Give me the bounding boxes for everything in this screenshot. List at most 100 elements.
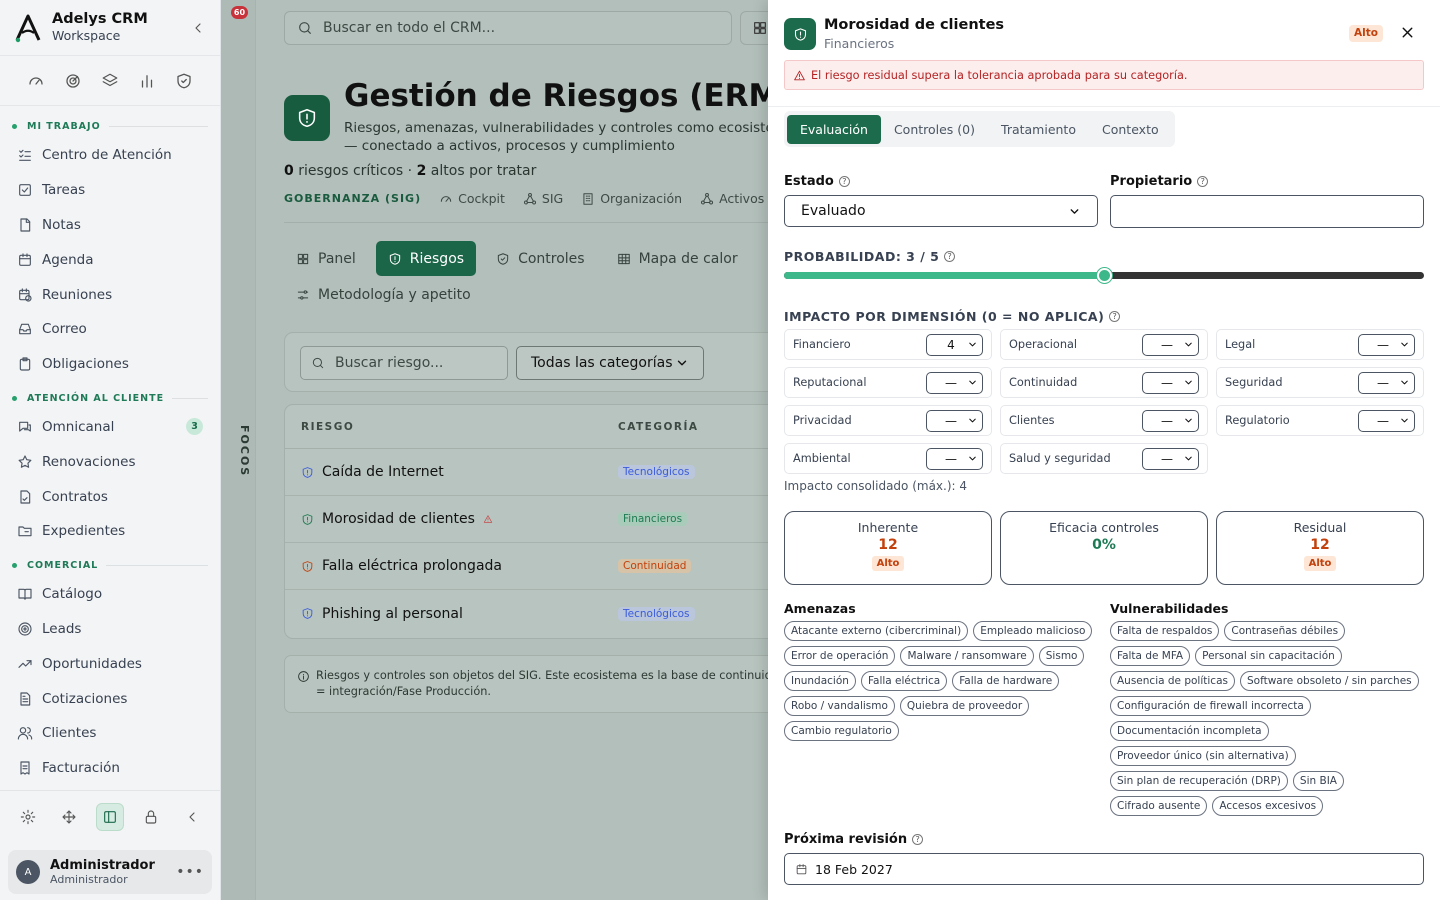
threat-tag[interactable]: Falla de hardware [952,671,1060,691]
settings-button[interactable] [14,803,42,831]
collapse-button[interactable] [178,803,206,831]
dimension-select[interactable]: — [926,409,983,432]
help-icon[interactable]: ? [1197,176,1209,187]
vulnerability-tag[interactable]: Accesos excesivos [1212,796,1324,816]
threat-tag[interactable]: Sismo [1038,646,1085,666]
shield-check-icon[interactable] [175,72,193,90]
close-button[interactable] [1399,24,1416,41]
help-icon[interactable]: ? [944,251,956,262]
notification-badge[interactable]: 60 [231,6,248,19]
threat-tag[interactable]: Malware / ransomware [900,646,1034,666]
risk-name[interactable]: Morosidad de clientes [322,511,475,527]
bar-chart-icon[interactable] [138,72,156,90]
risk-name[interactable]: Caída de Internet [322,464,444,480]
vulnerability-tag[interactable]: Documentación incompleta [1110,721,1269,741]
dimension-select[interactable]: — [1142,333,1199,356]
gov-link-sig[interactable]: SIG [523,191,563,206]
threat-tag[interactable]: Inundación [784,671,856,691]
tab-panel[interactable]: Panel [284,241,368,276]
vulnerability-tag[interactable]: Ausencia de políticas [1110,671,1235,691]
tab-metodologia[interactable]: Metodología y apetito [284,277,483,312]
gov-link-cockpit[interactable]: Cockpit [439,191,505,206]
user-card[interactable]: A Administrador Administrador ••• [8,850,212,894]
dimension-select[interactable]: — [926,447,983,470]
dimension-select[interactable]: — [1358,409,1415,432]
propietario-input[interactable] [1110,195,1424,228]
dimension-select[interactable]: — [1142,409,1199,432]
risk-name[interactable]: Phishing al personal [322,606,463,622]
threat-tag[interactable]: Quiebra de proveedor [899,696,1030,716]
threat-tag[interactable]: Robo / vandalismo [784,696,895,716]
apps-button[interactable] [740,11,768,45]
global-search-input[interactable]: Buscar en todo el CRM... [284,11,732,45]
sidebar-item-omnicanal[interactable]: Omnicanal 3 [0,410,220,445]
review-date-input[interactable]: 18 Feb 2027 [784,853,1424,885]
sidebar-item-tareas[interactable]: Tareas [0,173,220,208]
category-select[interactable]: Todas las categorías [516,346,704,380]
gauge-icon[interactable] [27,72,45,90]
table-row[interactable]: Falla eléctrica prolongada Continuidad [285,543,768,590]
risk-search-input[interactable]: Buscar riesgo... [300,346,508,380]
panel-toggle-button[interactable] [96,802,124,831]
tab-contexto[interactable]: Contexto [1089,115,1172,144]
sidebar-item-clientes[interactable]: Clientes [0,716,220,751]
estado-select[interactable]: Evaluado [784,195,1098,227]
dimension-select[interactable]: — [1358,371,1415,394]
sidebar-item-catalogo[interactable]: Catálogo [0,577,220,612]
help-icon[interactable]: ? [912,834,924,845]
probabilidad-slider[interactable] [784,268,1424,283]
layers-icon[interactable] [101,72,119,90]
vulnerability-tag[interactable]: Software obsoleto / sin parches [1239,671,1419,691]
dimension-select[interactable]: — [926,371,983,394]
tab-controles[interactable]: Controles (0) [881,115,988,144]
tab-mapa-de-calor[interactable]: Mapa de calor [605,241,750,276]
vulnerability-tag[interactable]: Falta de MFA [1110,646,1191,666]
sidebar-item-reuniones[interactable]: Reuniones [0,277,220,312]
tab-tratamiento[interactable]: Tratamiento [988,115,1089,144]
dimension-select[interactable]: 4 [926,333,983,356]
vulnerability-tag[interactable]: Proveedor único (sin alternativa) [1110,746,1296,766]
table-row[interactable]: Phishing al personal Tecnológicos [285,590,768,637]
vulnerability-tag[interactable]: Falta de respaldos [1110,621,1220,641]
gov-link-organizacion[interactable]: Organización [581,191,682,206]
sidebar-item-agenda[interactable]: Agenda [0,242,220,277]
sidebar-item-renovaciones[interactable]: Renovaciones [0,444,220,479]
tab-evaluacion[interactable]: Evaluación [787,114,881,144]
slider-handle[interactable] [1097,268,1112,283]
more-options-icon[interactable]: ••• [176,864,204,880]
help-icon[interactable]: ? [1109,311,1121,322]
vulnerability-tag[interactable]: Cifrado ausente [1110,796,1208,816]
tab-controles[interactable]: Controles [484,241,597,276]
sidebar-item-leads[interactable]: Leads [0,612,220,647]
table-row[interactable]: Caída de Internet Tecnológicos [285,449,768,496]
move-button[interactable] [55,803,83,831]
vulnerability-tag[interactable]: Sin plan de recuperación (DRP) [1110,771,1288,791]
threat-tag[interactable]: Falla eléctrica [860,671,948,691]
table-row[interactable]: Morosidad de clientes Financieros [285,496,768,543]
threat-tag[interactable]: Error de operación [784,646,896,666]
dimension-select[interactable]: — [1142,447,1199,470]
threat-tag[interactable]: Empleado malicioso [973,621,1093,641]
lock-button[interactable] [137,803,165,831]
vulnerability-tag[interactable]: Contraseñas débiles [1224,621,1346,641]
vulnerability-tag[interactable]: Personal sin capacitación [1195,646,1342,666]
risk-name[interactable]: Falla eléctrica prolongada [322,558,502,574]
sidebar-item-centro-de-atencion[interactable]: Centro de Atención [0,138,220,173]
sidebar-item-cotizaciones[interactable]: Cotizaciones [0,681,220,716]
threat-tag[interactable]: Cambio regulatorio [784,721,899,741]
sidebar-item-correo[interactable]: Correo [0,312,220,347]
gov-link-activos[interactable]: Activos [700,191,764,206]
dimension-select[interactable]: — [1358,333,1415,356]
focus-strip[interactable]: 60 FOCOS [221,0,256,900]
threat-tag[interactable]: Atacante externo (cibercriminal) [784,621,969,641]
tab-riesgos[interactable]: Riesgos [375,241,477,276]
sidebar-item-oportunidades[interactable]: Oportunidades [0,646,220,681]
vulnerability-tag[interactable]: Sin BIA [1292,771,1344,791]
sidebar-item-expedientes[interactable]: Expedientes [0,514,220,549]
dimension-select[interactable]: — [1142,371,1199,394]
collapse-chevron-icon[interactable] [190,20,206,36]
sidebar-item-contratos[interactable]: Contratos [0,479,220,514]
vulnerability-tag[interactable]: Configuración de firewall incorrecta [1110,696,1311,716]
sidebar-item-obligaciones[interactable]: Obligaciones [0,347,220,382]
radar-icon[interactable] [64,72,82,90]
